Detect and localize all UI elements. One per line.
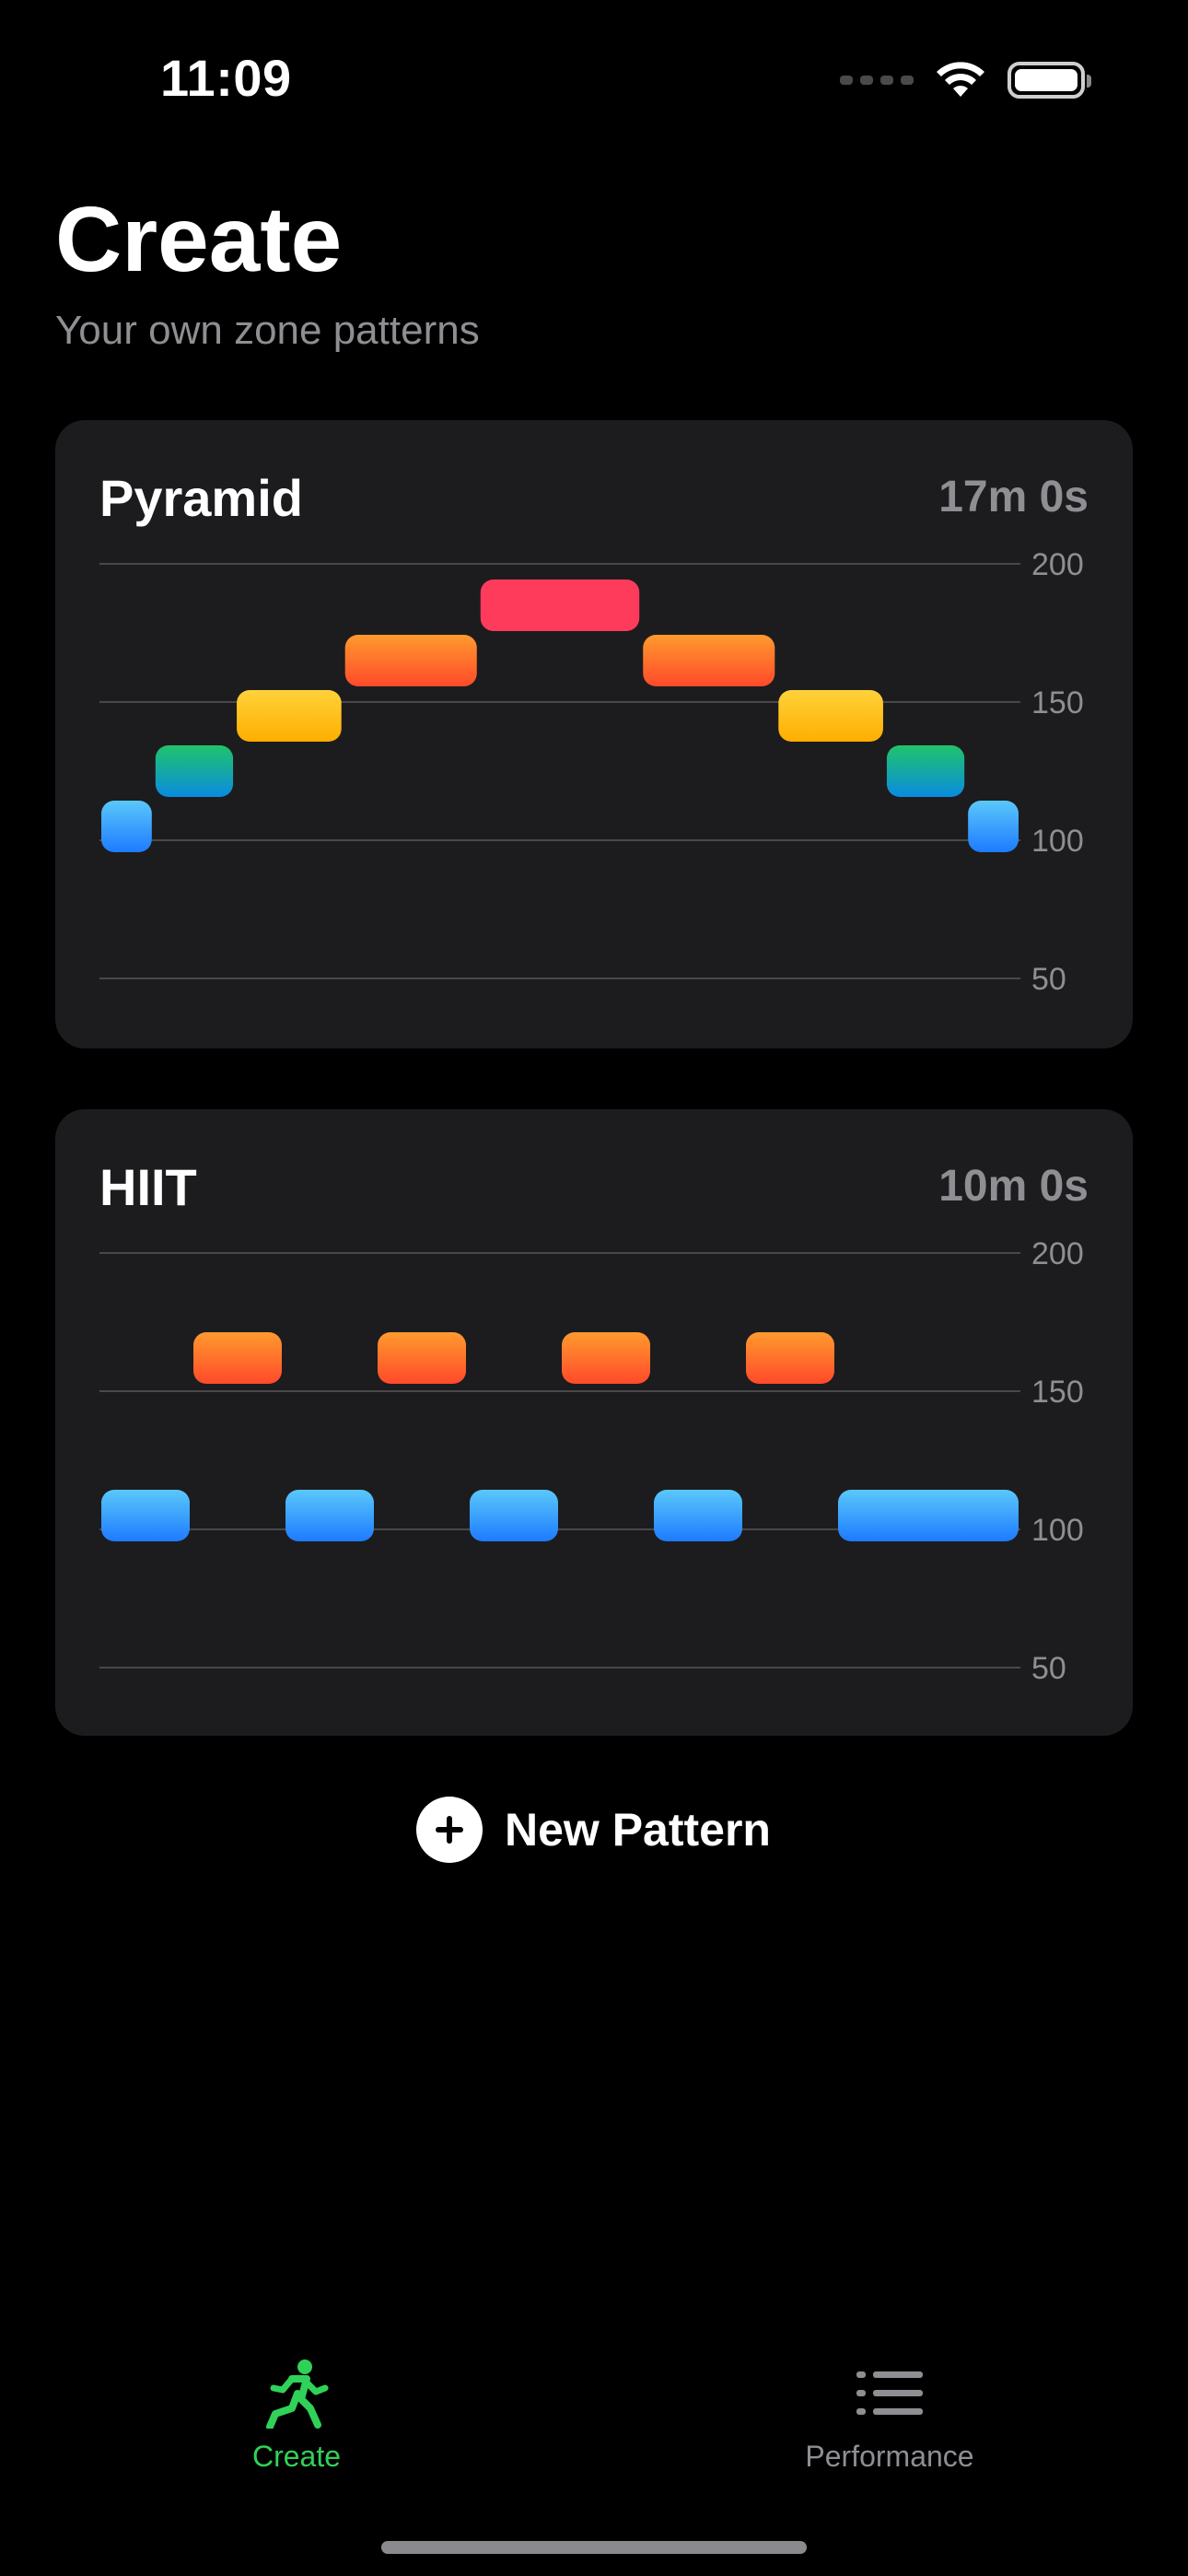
pattern-chart: 200 150 100 50 <box>99 547 1084 997</box>
zone-segment-bar <box>155 745 234 797</box>
running-figure-icon <box>266 2359 329 2429</box>
pattern-chart: 200 150 100 50 <box>99 1236 1084 1686</box>
y-tick-label: 100 <box>1031 824 1084 859</box>
pattern-card-pyramid[interactable]: Pyramid 17m 0s 200 150 100 50 <box>55 420 1133 1048</box>
zone-segment-bar <box>285 1490 374 1541</box>
battery-icon <box>1007 62 1091 99</box>
zone-segment-bar <box>746 1332 834 1384</box>
zone-segment-bar <box>101 801 152 852</box>
wifi-icon <box>937 62 984 97</box>
chart-bars <box>101 1332 1019 1541</box>
zone-segment-bar <box>886 745 965 797</box>
y-tick-label: 50 <box>1031 962 1066 997</box>
zone-segment-bar <box>562 1332 650 1384</box>
pattern-card-hiit[interactable]: HIIT 10m 0s 200 150 100 50 <box>55 1109 1133 1736</box>
zone-segment-bar <box>101 1490 190 1541</box>
cellular-signal-icon <box>840 76 914 85</box>
home-indicator <box>381 2541 807 2554</box>
status-time: 11:09 <box>160 49 292 107</box>
y-tick-label: 100 <box>1031 1513 1084 1548</box>
y-tick-label: 200 <box>1031 1236 1084 1271</box>
zone-segment-bar <box>480 580 640 631</box>
chart-grid <box>99 1252 1020 1669</box>
tab-label: Performance <box>805 2440 974 2473</box>
page-title: Create <box>55 188 343 291</box>
zone-segment-bar <box>643 635 775 686</box>
zone-segment-bar <box>193 1332 282 1384</box>
zone-segment-bar <box>968 801 1019 852</box>
y-tick-label: 200 <box>1031 547 1084 582</box>
zone-segment-bar <box>654 1490 742 1541</box>
y-tick-label: 150 <box>1031 1375 1084 1410</box>
y-tick-label: 50 <box>1031 1651 1066 1686</box>
new-pattern-label: New Pattern <box>505 1804 771 1856</box>
plus-circle-icon <box>416 1797 483 1863</box>
status-icons <box>840 57 1091 103</box>
zone-segment-bar <box>378 1332 466 1384</box>
zone-segment-bar <box>344 635 477 686</box>
page-subtitle: Your own zone patterns <box>55 308 480 353</box>
tab-label: Create <box>251 2440 342 2473</box>
chart-bars <box>101 580 1019 852</box>
new-pattern-button[interactable]: New Pattern <box>416 1797 771 1863</box>
zone-segment-bar <box>470 1490 558 1541</box>
y-tick-label: 150 <box>1031 685 1084 720</box>
tab-performance[interactable]: Performance <box>779 2359 1000 2474</box>
zone-segment-bar <box>778 690 883 742</box>
tab-create[interactable]: Create <box>204 2359 389 2474</box>
zone-segment-bar <box>237 690 342 742</box>
zone-segment-bar <box>838 1490 1019 1541</box>
list-icon <box>856 2371 923 2415</box>
